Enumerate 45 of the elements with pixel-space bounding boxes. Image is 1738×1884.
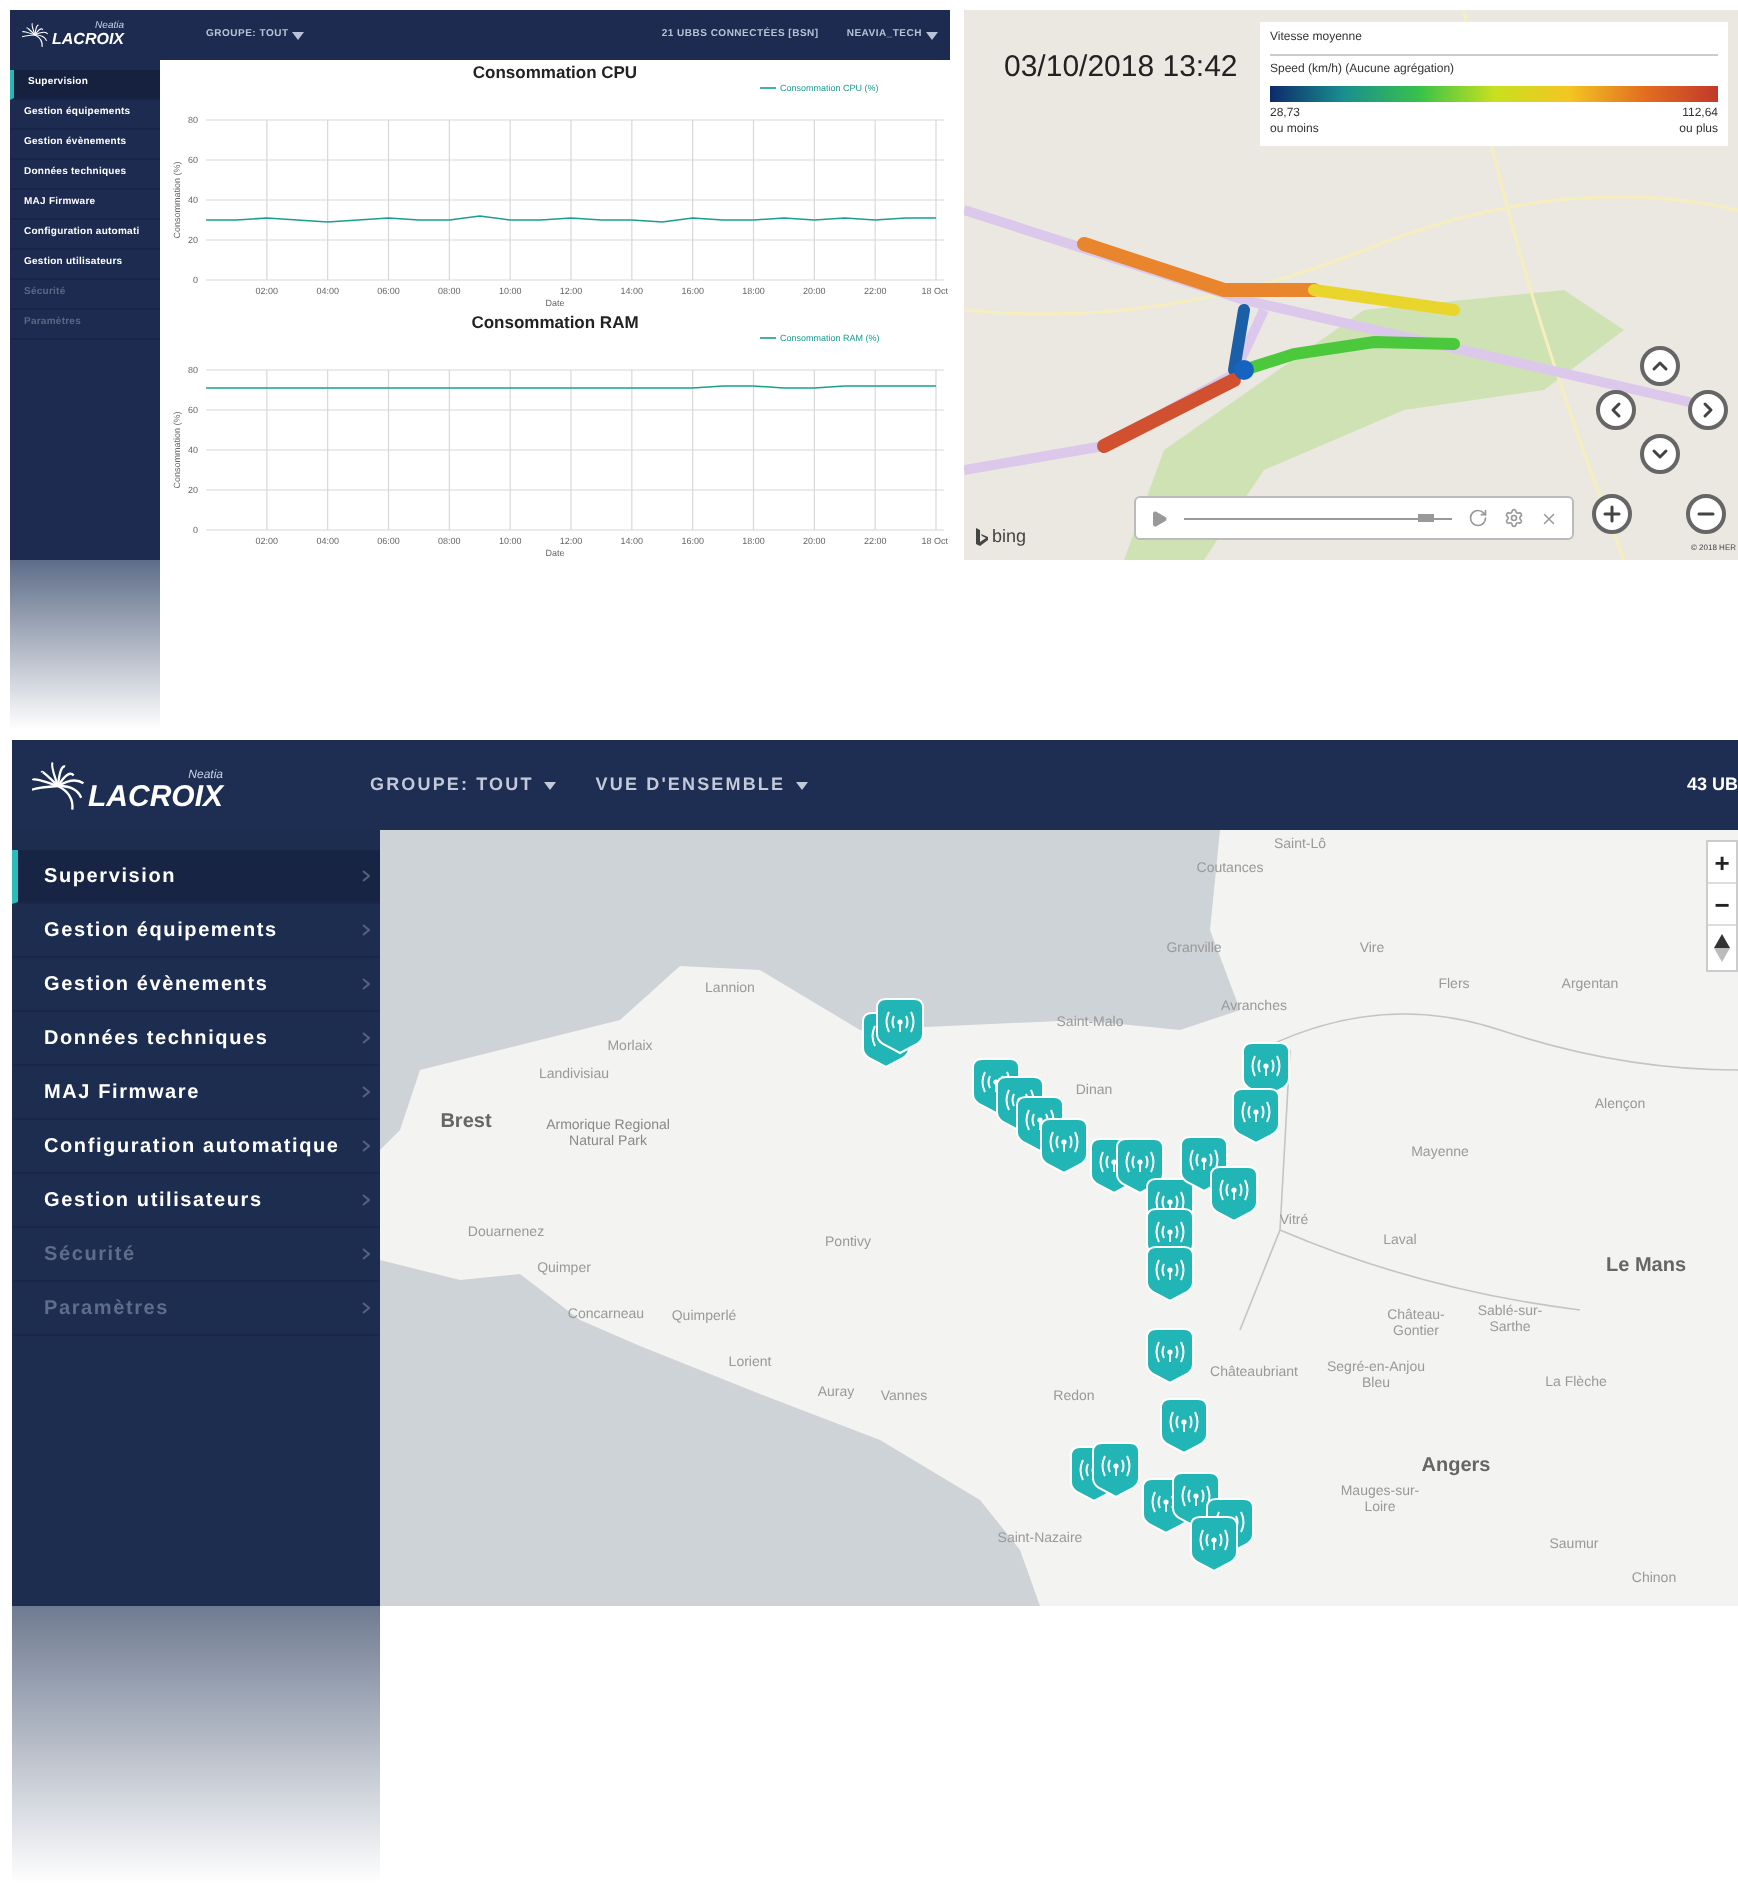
slider-thumb[interactable] — [1417, 513, 1434, 521]
marker-cluster[interactable] — [1180, 1136, 1258, 1222]
logo-icon — [22, 22, 48, 48]
zoom-in-button[interactable]: + — [1708, 842, 1736, 884]
chevron-icon — [362, 1086, 370, 1098]
place-label: Angers — [1421, 1455, 1491, 1477]
sidebar-item[interactable]: Supervision — [12, 850, 380, 904]
marker-cluster[interactable] — [1090, 1138, 1194, 1302]
caret-icon — [543, 781, 556, 789]
logo-wordmark: LACROIX — [52, 32, 124, 48]
plus-icon — [1600, 502, 1624, 526]
header-menu[interactable]: VUE D'ENSEMBLE — [595, 771, 808, 799]
bing-logo-icon — [976, 528, 988, 547]
map-marker[interactable] — [1160, 1398, 1208, 1454]
map-attribution: bing — [992, 524, 1027, 550]
refresh-icon[interactable] — [1468, 508, 1488, 528]
marker-cluster[interactable] — [862, 998, 924, 1068]
play-icon[interactable] — [1150, 509, 1168, 527]
chevron-icon — [362, 1302, 370, 1314]
chevron-icon — [362, 1194, 370, 1206]
chevron-icon — [362, 924, 370, 936]
header-menu[interactable]: GROUPE: TOUT — [370, 771, 556, 799]
connected-count: 43 UB — [1686, 771, 1738, 798]
chevron-icon — [362, 1032, 370, 1044]
chevron-icon — [362, 1248, 370, 1260]
close-icon[interactable] — [1540, 509, 1558, 527]
logo-icon — [32, 759, 84, 811]
compass-icon[interactable] — [1714, 934, 1730, 962]
marker-cluster[interactable] — [1232, 1042, 1290, 1144]
chevron-icon — [362, 1140, 370, 1152]
caret-icon — [292, 31, 305, 39]
marker-cluster[interactable] — [1070, 1442, 1140, 1502]
settings-icon[interactable] — [1504, 508, 1524, 528]
place-label: Brest — [440, 1111, 492, 1133]
place-label: Le Mans — [1606, 1255, 1686, 1277]
map-timestamp: 03/10/2018 13:42 — [1004, 48, 1238, 88]
zoom-out-button[interactable]: − — [1708, 884, 1736, 926]
chevron-icon — [362, 978, 370, 990]
marker-cluster[interactable] — [1142, 1472, 1254, 1572]
logo-wordmark: LACROIX — [88, 781, 223, 811]
map-marker[interactable] — [1146, 1328, 1194, 1384]
chevron-icon — [362, 870, 370, 882]
chart-title: Consommation CPU — [472, 62, 638, 82]
chart-title: Consommation RAM — [471, 312, 639, 332]
caret-icon — [795, 781, 808, 789]
